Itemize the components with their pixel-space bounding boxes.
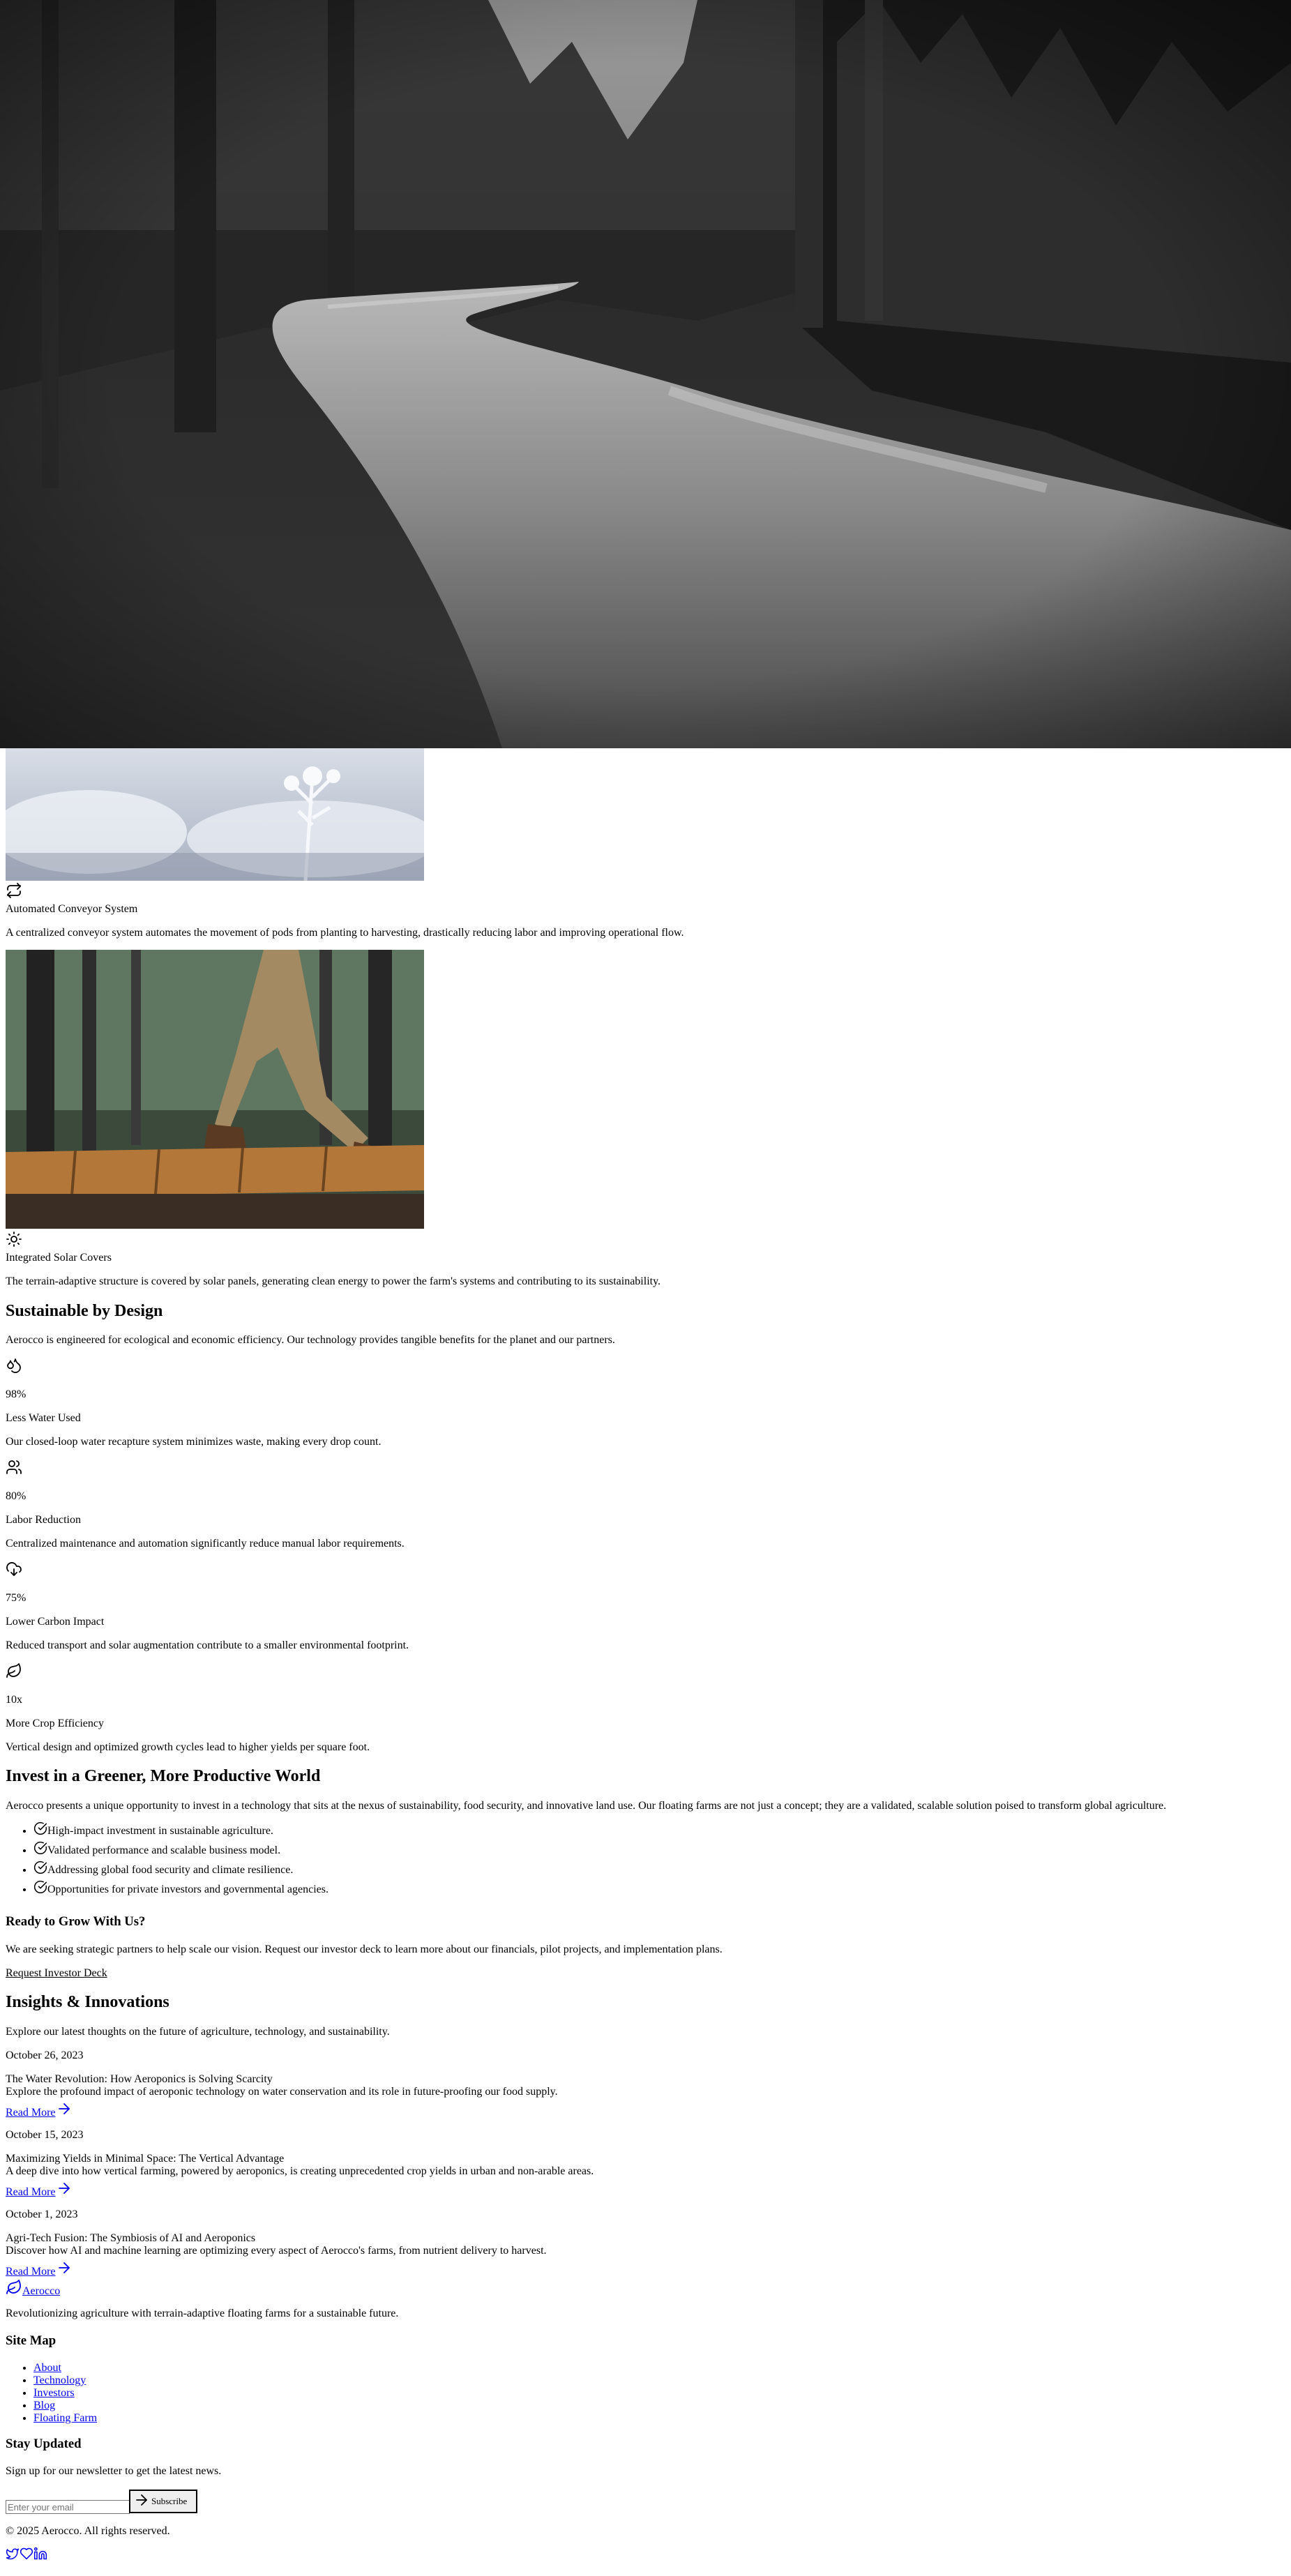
sitemap-link-blog[interactable]: Blog: [33, 2400, 55, 2411]
feature-description: A centralized conveyor system automates …: [6, 927, 684, 939]
leaf-icon: [6, 1662, 22, 1679]
droplets-icon: [6, 1357, 22, 1374]
linkedin-icon[interactable]: [33, 2547, 47, 2563]
stat-description: Vertical design and optimized growth cyc…: [6, 1741, 370, 1753]
newsletter-heading: Stay Updated: [6, 2437, 82, 2451]
footer-brand-link[interactable]: Aerocco: [6, 2279, 60, 2298]
stat-description: Our closed-loop water recapture system m…: [6, 1436, 382, 1448]
section-intro: Aerocco presents a unique opportunity to…: [6, 1800, 1167, 1812]
cta-heading: Ready to Grow With Us?: [6, 1914, 146, 1929]
sitemap-heading: Site Map: [6, 2333, 56, 2348]
stat-value: 98%: [6, 1388, 27, 1400]
feature-title: Integrated Solar Covers: [6, 1252, 112, 1264]
facebook-icon[interactable]: [20, 2547, 33, 2563]
post-date: October 15, 2023: [6, 2129, 84, 2141]
sun-icon: [6, 1231, 22, 1248]
arrow-right-icon: [56, 2262, 73, 2278]
read-more-label: Read More: [6, 2266, 56, 2278]
read-more-link[interactable]: Read More: [6, 2259, 73, 2278]
investment-points: High-impact investment in sustainable ag…: [6, 1821, 329, 1900]
list-item-text: Opportunities for private investors and …: [47, 1884, 329, 1895]
newsletter-text: Sign up for our newsletter to get the la…: [6, 2465, 222, 2477]
repeat-icon: [6, 882, 22, 899]
section-heading: Sustainable by Design: [6, 1302, 163, 1320]
subscribe-button[interactable]: Subscribe: [129, 2490, 197, 2513]
read-more-link[interactable]: Read More: [6, 2180, 73, 2199]
sitemap-item: Floating Farm: [33, 2411, 97, 2424]
cta-text: We are seeking strategic partners to hel…: [6, 1944, 723, 1955]
feature-title: Automated Conveyor System: [6, 903, 138, 915]
read-more-link[interactable]: Read More: [6, 2100, 73, 2119]
social-links: [6, 2547, 47, 2563]
email-input[interactable]: [6, 2500, 130, 2514]
read-more-label: Read More: [6, 2186, 56, 2198]
sitemap-item: Technology: [33, 2374, 97, 2386]
stat-value: 75%: [6, 1592, 27, 1604]
arrow-right-icon: [56, 2183, 73, 2198]
check-circle-icon: [33, 1821, 47, 1837]
sitemap-link-floating-farm[interactable]: Floating Farm: [33, 2412, 97, 2424]
subscribe-label: Subscribe: [151, 2496, 188, 2506]
arrow-right-icon: [56, 2103, 73, 2119]
stat-value: 10x: [6, 1694, 22, 1706]
boardwalk-image: [6, 950, 424, 1229]
section-heading: Insights & Innovations: [6, 1993, 169, 2011]
list-item: Addressing global food security and clim…: [33, 1861, 329, 1880]
request-investor-deck-link[interactable]: Request Investor Deck: [6, 1967, 107, 1980]
list-item-text: High-impact investment in sustainable ag…: [47, 1825, 273, 1837]
list-item: Validated performance and scalable busin…: [33, 1841, 329, 1861]
post-title: Maximizing Yields in Minimal Space: The …: [6, 2153, 285, 2165]
section-intro: Explore our latest thoughts on the futur…: [6, 2026, 390, 2038]
frost-plants-image: [6, 748, 424, 881]
section-intro: Aerocco is engineered for ecological and…: [6, 1334, 615, 1346]
list-item-text: Validated performance and scalable busin…: [47, 1844, 281, 1856]
twitter-icon[interactable]: [6, 2547, 20, 2563]
post-date: October 1, 2023: [6, 2208, 78, 2220]
stat-label: Less Water Used: [6, 1412, 81, 1424]
sitemap-item: About: [33, 2361, 97, 2374]
stat-description: Reduced transport and solar augmentation…: [6, 1639, 409, 1651]
post-title: The Water Revolution: How Aeroponics is …: [6, 2073, 273, 2085]
feature-description: The terrain-adaptive structure is covere…: [6, 1275, 661, 1287]
sitemap-item: Blog: [33, 2399, 97, 2411]
users-icon: [6, 1459, 22, 1476]
arrow-right-icon: [133, 2492, 150, 2511]
post-excerpt: Discover how AI and machine learning are…: [6, 2245, 547, 2257]
post-excerpt: A deep dive into how vertical farming, p…: [6, 2165, 594, 2177]
stat-value: 80%: [6, 1490, 27, 1502]
check-circle-icon: [33, 1841, 47, 1856]
sitemap-link-about[interactable]: About: [33, 2362, 61, 2374]
list-item: High-impact investment in sustainable ag…: [33, 1821, 329, 1841]
list-item-text: Addressing global food security and clim…: [47, 1864, 294, 1876]
list-item: Opportunities for private investors and …: [33, 1880, 329, 1900]
copyright: © 2025 Aerocco. All rights reserved.: [6, 2525, 170, 2537]
cloud-download-icon: [6, 1561, 22, 1577]
sitemap-item: Investors: [33, 2386, 97, 2399]
leaf-icon: [6, 2280, 22, 2297]
sitemap-link-technology[interactable]: Technology: [33, 2374, 86, 2386]
stat-label: Labor Reduction: [6, 1514, 81, 1526]
stat-label: Lower Carbon Impact: [6, 1616, 105, 1628]
post-title: Agri-Tech Fusion: The Symbiosis of AI an…: [6, 2232, 256, 2244]
brand-name: Aerocco: [22, 2285, 61, 2297]
read-more-label: Read More: [6, 2107, 56, 2119]
post-date: October 26, 2023: [6, 2050, 84, 2061]
stat-description: Centralized maintenance and automation s…: [6, 1538, 405, 1550]
check-circle-icon: [33, 1861, 47, 1876]
sitemap-link-investors[interactable]: Investors: [33, 2387, 75, 2399]
check-circle-icon: [33, 1880, 47, 1895]
section-heading: Invest in a Greener, More Productive Wor…: [6, 1767, 321, 1785]
post-excerpt: Explore the profound impact of aeroponic…: [6, 2086, 558, 2098]
footer-tagline: Revolutionizing agriculture with terrain…: [6, 2308, 399, 2319]
stat-label: More Crop Efficiency: [6, 1718, 104, 1729]
sitemap-list: About Technology Investors Blog Floating…: [6, 2361, 97, 2424]
hero-image: [0, 0, 1291, 748]
